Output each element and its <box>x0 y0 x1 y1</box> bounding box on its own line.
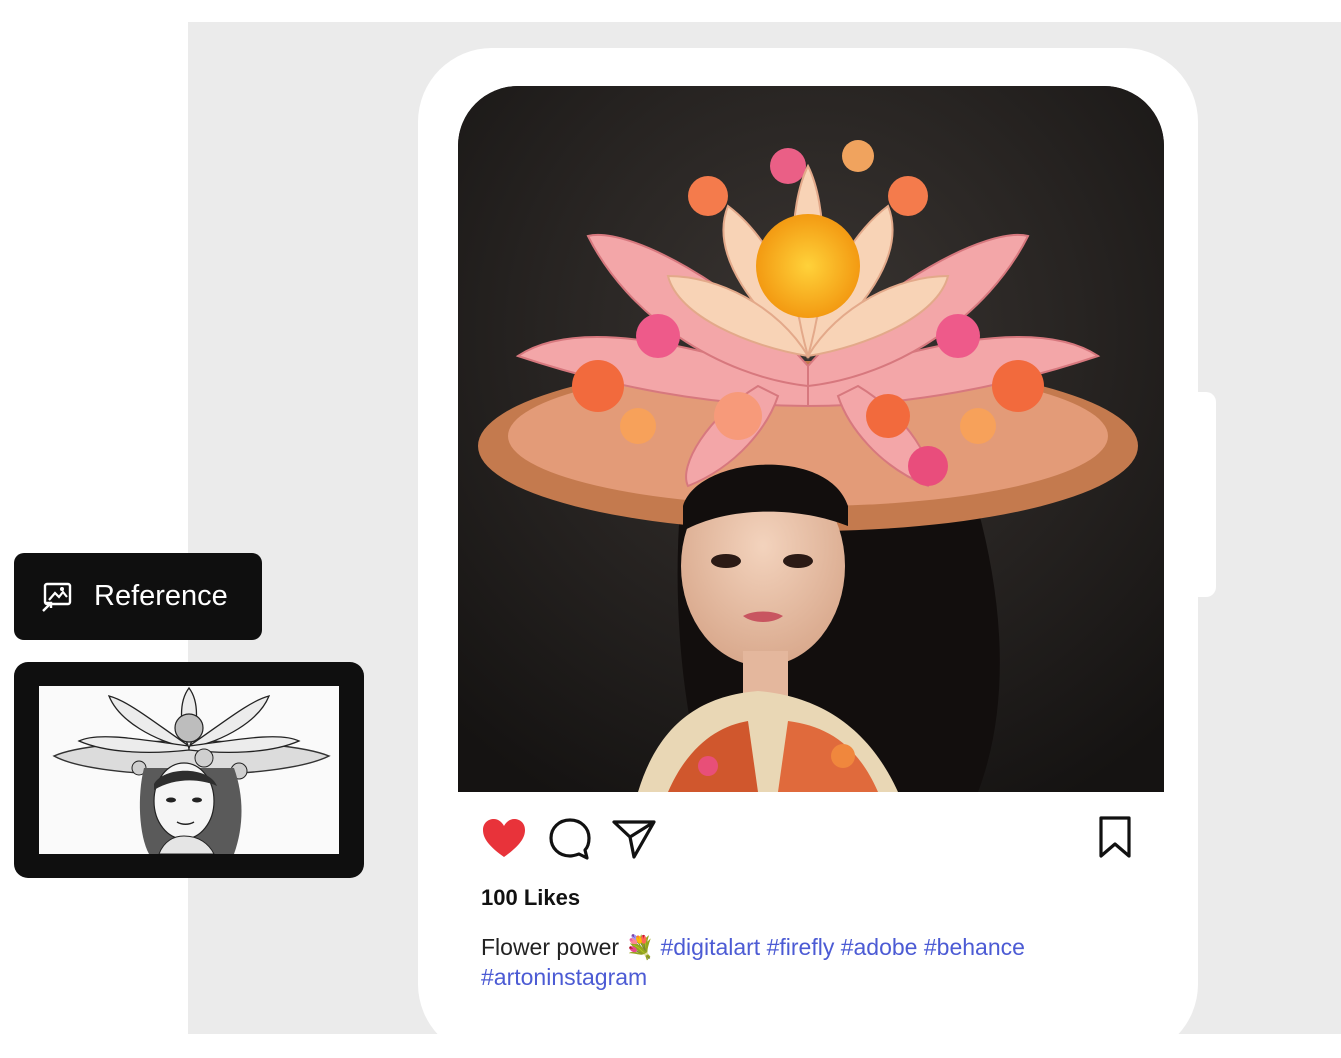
reference-text: Reference <box>94 580 228 612</box>
likes-count[interactable]: 100 Likes <box>481 885 580 911</box>
reference-thumbnail[interactable] <box>14 662 364 878</box>
send-icon[interactable] <box>610 815 658 863</box>
post-actions <box>480 815 1140 865</box>
post-image[interactable] <box>458 86 1164 792</box>
bouquet-emoji: 💐 <box>625 934 655 960</box>
bookmark-icon[interactable] <box>1092 815 1140 863</box>
post-caption: Flower power 💐 #digitalart #firefly #ado… <box>481 932 1141 992</box>
reference-sketch-image <box>39 686 339 854</box>
heart-icon[interactable] <box>480 815 528 863</box>
caption-text: Flower power <box>481 934 620 960</box>
image-reference-icon <box>40 580 74 614</box>
phone-side-button <box>1198 392 1216 597</box>
reference-label[interactable]: Reference <box>14 553 262 640</box>
comment-icon[interactable] <box>546 815 594 863</box>
